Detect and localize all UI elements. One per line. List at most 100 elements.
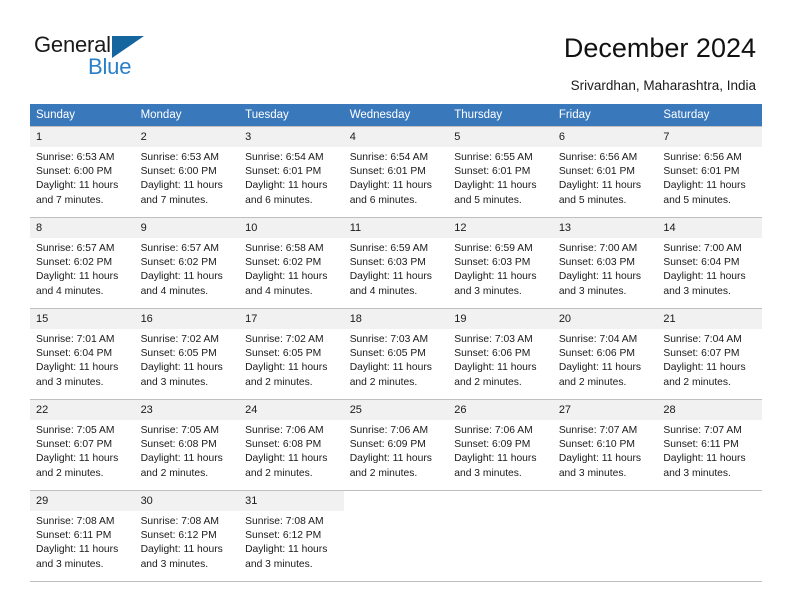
day-cell[interactable]: 23 Sunrise: 7:05 AM Sunset: 6:08 PM Dayl… <box>134 399 240 491</box>
day-number: 4 <box>343 127 449 147</box>
sunset-text: Sunset: 6:02 PM <box>36 257 113 269</box>
sunrise-text: Sunrise: 6:56 AM <box>663 152 742 163</box>
daylight-text-cont: and 4 minutes. <box>140 285 209 297</box>
daylight-text: Daylight: 11 hours <box>245 544 328 556</box>
day-cell[interactable]: 29 Sunrise: 7:08 AM Sunset: 6:11 PM Dayl… <box>30 490 135 582</box>
day-cell[interactable]: 1 Sunrise: 6:53 AM Sunset: 6:00 PM Dayli… <box>30 126 135 218</box>
sunset-text: Sunset: 6:04 PM <box>36 348 113 360</box>
sunrise-text: Sunrise: 7:08 AM <box>36 516 115 527</box>
day-details: Sunrise: 7:04 AM Sunset: 6:06 PM Dayligh… <box>553 329 658 390</box>
day-cell[interactable]: 12 Sunrise: 6:59 AM Sunset: 6:03 PM Dayl… <box>448 217 553 309</box>
sunrise-text: Sunrise: 7:08 AM <box>245 516 324 527</box>
day-cell[interactable]: 8 Sunrise: 6:57 AM Sunset: 6:02 PM Dayli… <box>30 217 135 309</box>
day-cell[interactable]: 16 Sunrise: 7:02 AM Sunset: 6:05 PM Dayl… <box>134 308 240 400</box>
day-number: 8 <box>30 218 135 238</box>
day-cell[interactable]: 11 Sunrise: 6:59 AM Sunset: 6:03 PM Dayl… <box>343 217 449 309</box>
day-details: Sunrise: 7:04 AM Sunset: 6:07 PM Dayligh… <box>657 329 762 390</box>
day-cell[interactable]: 5 Sunrise: 6:55 AM Sunset: 6:01 PM Dayli… <box>448 126 553 218</box>
calendar-table: Sunday Monday Tuesday Wednesday Thursday… <box>30 104 762 582</box>
day-cell[interactable]: 10 Sunrise: 6:58 AM Sunset: 6:02 PM Dayl… <box>239 217 344 309</box>
day-cell[interactable]: 17 Sunrise: 7:02 AM Sunset: 6:05 PM Dayl… <box>239 308 344 400</box>
day-details: Sunrise: 7:00 AM Sunset: 6:04 PM Dayligh… <box>657 238 762 299</box>
day-cell[interactable]: 22 Sunrise: 7:05 AM Sunset: 6:07 PM Dayl… <box>30 399 135 491</box>
day-details: Sunrise: 7:02 AM Sunset: 6:05 PM Dayligh… <box>239 329 344 390</box>
day-number: 20 <box>552 309 658 329</box>
daylight-text-cont: and 7 minutes. <box>36 194 104 206</box>
day-cell[interactable]: 19 Sunrise: 7:03 AM Sunset: 6:06 PM Dayl… <box>448 308 553 400</box>
page-header: General Blue December 2024 Srivardhan, M… <box>0 0 792 100</box>
day-cell[interactable]: 7 Sunrise: 6:56 AM Sunset: 6:01 PM Dayli… <box>657 126 762 218</box>
day-cell[interactable]: 18 Sunrise: 7:03 AM Sunset: 6:05 PM Dayl… <box>343 308 449 400</box>
day-details: Sunrise: 6:53 AM Sunset: 6:00 PM Dayligh… <box>30 147 135 208</box>
sunset-text: Sunset: 6:05 PM <box>140 348 217 360</box>
sunrise-text: Sunrise: 7:06 AM <box>349 425 429 436</box>
day-details: Sunrise: 6:59 AM Sunset: 6:03 PM Dayligh… <box>448 238 553 299</box>
daylight-text-cont: and 5 minutes. <box>558 194 627 206</box>
day-cell[interactable]: 24 Sunrise: 7:06 AM Sunset: 6:08 PM Dayl… <box>239 399 344 491</box>
daylight-text: Daylight: 11 hours <box>558 362 642 374</box>
logo-text-blue: Blue <box>88 54 132 79</box>
daylight-text: Daylight: 11 hours <box>140 544 223 556</box>
day-number: 24 <box>239 400 344 420</box>
calendar-week-row: 15 Sunrise: 7:01 AM Sunset: 6:04 PM Dayl… <box>30 308 762 400</box>
day-cell[interactable]: 26 Sunrise: 7:06 AM Sunset: 6:09 PM Dayl… <box>448 399 553 491</box>
day-cell[interactable]: 28 Sunrise: 7:07 AM Sunset: 6:11 PM Dayl… <box>657 399 762 491</box>
day-cell[interactable]: 3 Sunrise: 6:54 AM Sunset: 6:01 PM Dayli… <box>239 126 344 218</box>
daylight-text-cont: and 3 minutes. <box>663 285 731 297</box>
daylight-text: Daylight: 11 hours <box>663 362 746 374</box>
day-number <box>552 491 658 511</box>
day-cell[interactable]: 27 Sunrise: 7:07 AM Sunset: 6:10 PM Dayl… <box>552 399 658 491</box>
day-number: 9 <box>134 218 240 238</box>
weekday-header-thursday: Thursday <box>448 104 553 127</box>
day-number: 1 <box>30 127 135 147</box>
day-details: Sunrise: 6:59 AM Sunset: 6:03 PM Dayligh… <box>344 238 449 299</box>
day-number: 27 <box>552 400 658 420</box>
day-cell-empty <box>552 490 658 582</box>
day-details: Sunrise: 7:06 AM Sunset: 6:09 PM Dayligh… <box>448 420 553 481</box>
day-cell[interactable]: 6 Sunrise: 6:56 AM Sunset: 6:01 PM Dayli… <box>552 126 658 218</box>
general-blue-logo[interactable]: General Blue <box>34 32 214 86</box>
day-cell[interactable]: 21 Sunrise: 7:04 AM Sunset: 6:07 PM Dayl… <box>657 308 762 400</box>
day-details: Sunrise: 6:57 AM Sunset: 6:02 PM Dayligh… <box>135 238 240 299</box>
day-number: 14 <box>657 218 762 238</box>
day-cell[interactable]: 31 Sunrise: 7:08 AM Sunset: 6:12 PM Dayl… <box>239 490 344 582</box>
page-title: December 2024 <box>563 33 756 63</box>
sunrise-text: Sunrise: 7:06 AM <box>454 425 533 436</box>
sunrise-text: Sunrise: 7:03 AM <box>454 334 533 345</box>
sunrise-text: Sunrise: 6:53 AM <box>140 152 219 163</box>
sunset-text: Sunset: 6:06 PM <box>454 348 531 360</box>
daylight-text-cont: and 5 minutes. <box>454 194 522 206</box>
day-number: 31 <box>239 491 344 511</box>
weekday-header-tuesday: Tuesday <box>239 104 344 127</box>
day-details: Sunrise: 6:56 AM Sunset: 6:01 PM Dayligh… <box>553 147 658 208</box>
day-details: Sunrise: 7:03 AM Sunset: 6:06 PM Dayligh… <box>448 329 553 390</box>
daylight-text: Daylight: 11 hours <box>663 180 746 192</box>
day-details: Sunrise: 7:07 AM Sunset: 6:10 PM Dayligh… <box>553 420 658 481</box>
day-cell[interactable]: 15 Sunrise: 7:01 AM Sunset: 6:04 PM Dayl… <box>30 308 135 400</box>
day-cell[interactable]: 2 Sunrise: 6:53 AM Sunset: 6:00 PM Dayli… <box>134 126 240 218</box>
sunrise-text: Sunrise: 7:00 AM <box>663 243 742 254</box>
day-number: 22 <box>30 400 135 420</box>
sunrise-text: Sunrise: 6:59 AM <box>349 243 429 254</box>
daylight-text-cont: and 7 minutes. <box>140 194 209 206</box>
daylight-text: Daylight: 11 hours <box>663 271 746 283</box>
day-cell[interactable]: 30 Sunrise: 7:08 AM Sunset: 6:12 PM Dayl… <box>134 490 240 582</box>
day-cell[interactable]: 9 Sunrise: 6:57 AM Sunset: 6:02 PM Dayli… <box>134 217 240 309</box>
sunrise-text: Sunrise: 6:53 AM <box>36 152 115 163</box>
daylight-text: Daylight: 11 hours <box>140 362 223 374</box>
day-number: 18 <box>343 309 449 329</box>
day-cell-empty <box>343 490 449 582</box>
day-cell[interactable]: 14 Sunrise: 7:00 AM Sunset: 6:04 PM Dayl… <box>657 217 762 309</box>
day-cell[interactable]: 13 Sunrise: 7:00 AM Sunset: 6:03 PM Dayl… <box>552 217 658 309</box>
day-cell[interactable]: 20 Sunrise: 7:04 AM Sunset: 6:06 PM Dayl… <box>552 308 658 400</box>
weekday-header-friday: Friday <box>552 104 658 127</box>
calendar-week-row: 8 Sunrise: 6:57 AM Sunset: 6:02 PM Dayli… <box>30 217 762 309</box>
day-details: Sunrise: 6:57 AM Sunset: 6:02 PM Dayligh… <box>30 238 135 299</box>
daylight-text: Daylight: 11 hours <box>36 362 119 374</box>
day-details: Sunrise: 7:05 AM Sunset: 6:07 PM Dayligh… <box>30 420 135 481</box>
day-number: 23 <box>134 400 240 420</box>
day-cell[interactable]: 25 Sunrise: 7:06 AM Sunset: 6:09 PM Dayl… <box>343 399 449 491</box>
daylight-text-cont: and 3 minutes. <box>140 376 209 388</box>
day-cell[interactable]: 4 Sunrise: 6:54 AM Sunset: 6:01 PM Dayli… <box>343 126 449 218</box>
daylight-text-cont: and 6 minutes. <box>349 194 418 206</box>
